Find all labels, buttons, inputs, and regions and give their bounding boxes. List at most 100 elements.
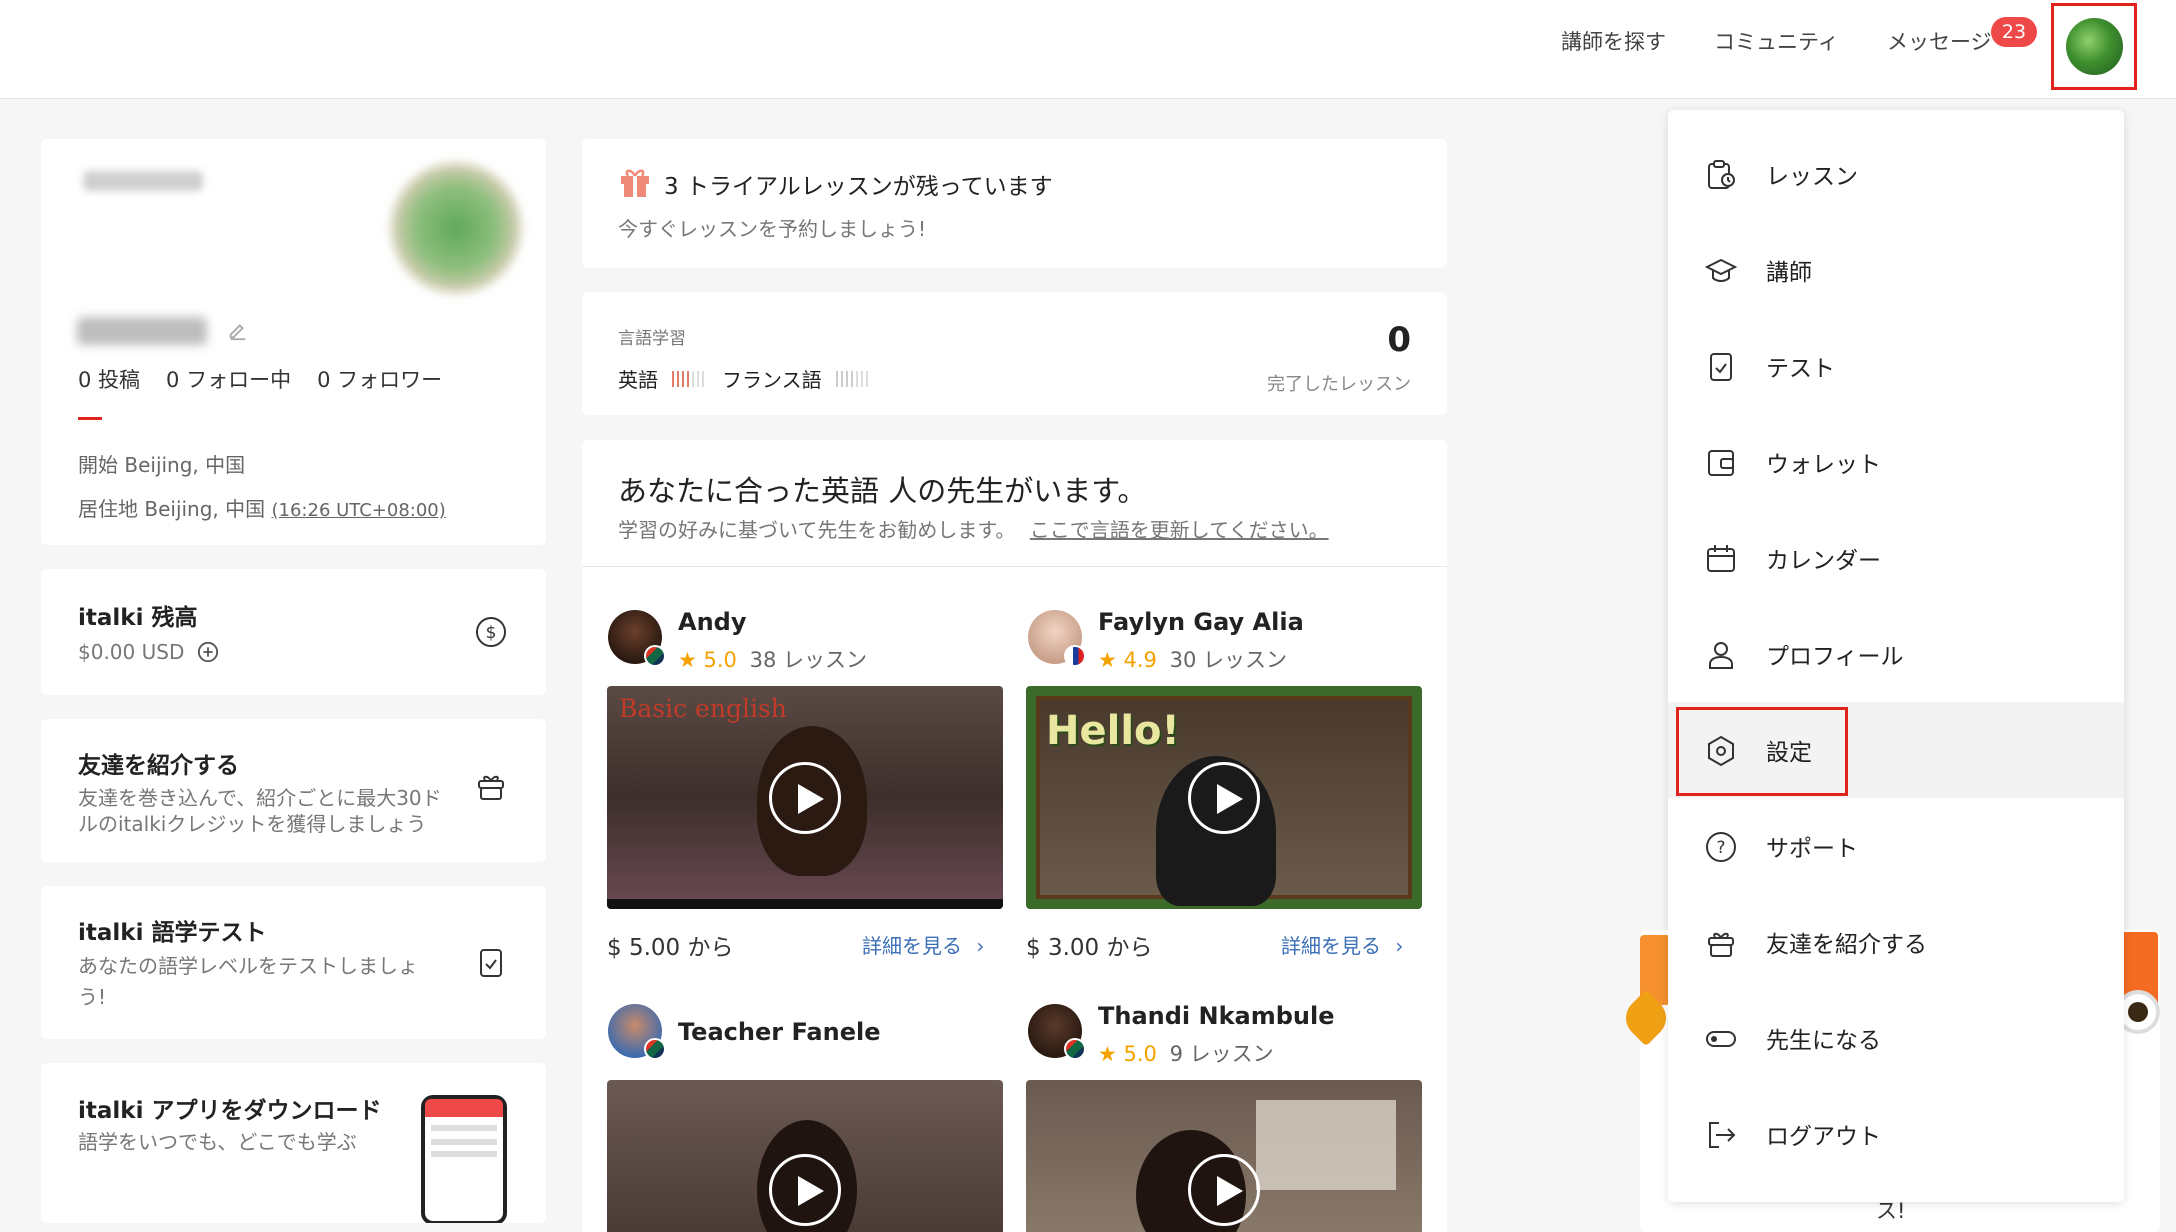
teacher-meta: ★ 5.0 9 レッスン (1098, 1038, 1274, 1068)
nav-community[interactable]: コミュニティ (1714, 28, 1839, 56)
star-icon: ★ (678, 648, 697, 672)
details-label: 詳細を見る (862, 934, 962, 958)
user-avatar-button[interactable] (2051, 3, 2137, 90)
menu-label: 講師 (1766, 260, 1812, 286)
price: $ 3.00 から (1026, 935, 1153, 961)
menu-item-teachers[interactable]: 講師 (1668, 222, 2124, 318)
balance-value: $0.00 USD (78, 640, 185, 664)
reco-subtitle-row: 学習の好みに基づいて先生をお勧めします。 ここで言語を更新してください。 (618, 514, 1329, 543)
menu-item-lessons[interactable]: レッスン (1668, 126, 2124, 222)
menu-item-become-teacher[interactable]: 先生になる (1668, 990, 2124, 1086)
menu-item-wallet[interactable]: ウォレット (1668, 414, 2124, 510)
learning-label: 言語学習 (618, 329, 686, 349)
lang-french: フランス語 (722, 368, 822, 392)
star-icon: ★ (1098, 648, 1117, 672)
flag-icon (644, 645, 666, 667)
play-icon[interactable] (1188, 1154, 1260, 1226)
lesson-count: 38 レッスン (749, 648, 868, 672)
teacher-video[interactable] (1026, 1080, 1422, 1232)
teacher-video[interactable]: Hello! (1026, 686, 1422, 909)
refer-card[interactable]: 友達を紹介する 友達を巻き込んで、紹介ごとに最大30ド ルのitalkiクレジッ… (41, 719, 546, 862)
add-circle-icon[interactable] (197, 641, 219, 663)
teacher-meta: ★ 4.9 30 レッスン (1098, 644, 1287, 674)
test-line2: う! (78, 985, 107, 1009)
teacher-name[interactable]: Thandi Nkambule (1098, 1002, 1335, 1030)
menu-label: ログアウト (1766, 1124, 1881, 1150)
menu-item-logout[interactable]: ログアウト (1668, 1086, 2124, 1182)
teacher-name[interactable]: Faylyn Gay Alia (1098, 608, 1304, 636)
test-icon (1710, 353, 1732, 381)
details-label: 詳細を見る (1281, 934, 1381, 958)
menu-item-calendar[interactable]: カレンダー (1668, 510, 2124, 606)
balance-title: italki 残高 (78, 605, 198, 631)
play-icon[interactable] (769, 761, 841, 834)
balance-amount: $0.00 USD (78, 639, 219, 666)
timezone-link[interactable]: (16:26 UTC+08:00) (272, 500, 446, 521)
play-icon[interactable] (769, 1154, 841, 1226)
completed-label: 完了したレッスン (1267, 374, 1411, 395)
play-icon[interactable] (1188, 761, 1260, 834)
gift-icon (478, 775, 504, 800)
balance-card[interactable]: italki 残高 $0.00 USD $ (41, 569, 546, 695)
language-test-card[interactable]: italki 語学テスト あなたの語学レベルをテストしましょ う! (41, 886, 546, 1039)
blurred-display-name (77, 317, 207, 345)
rating: 5.0 (703, 648, 737, 672)
view-details-link[interactable]: 詳細を見る › (1281, 930, 1403, 959)
followers-count[interactable]: 0 フォロワー (317, 364, 442, 394)
dollar-icon: $ (476, 617, 506, 647)
menu-item-test[interactable]: テスト (1668, 318, 2124, 414)
flag-icon (1064, 1038, 1086, 1060)
video-progress (607, 899, 1003, 909)
test-icon (480, 949, 502, 977)
menu-label: 友達を紹介する (1766, 932, 1927, 958)
teacher-video[interactable] (607, 1080, 1003, 1232)
level-bars-english (672, 370, 704, 387)
user-dropdown-menu: レッスン 講師 テスト ウォレット カレンダー プロフィール 設定 ? サポート… (1668, 110, 2124, 1202)
recommended-teachers-card: あなたに合った英語 人の先生がいます。 学習の好みに基づいて先生をお勧めします。… (582, 440, 1447, 1232)
test-line1: あなたの語学レベルをテストしましょ (78, 954, 418, 978)
profile-card: 0 投稿 0 フォロー中 0 フォロワー 開始 Beijing, 中国 居住地 … (41, 139, 546, 545)
trial-title: 3 トライアルレッスンが残っています (664, 174, 1053, 200)
video-map (1256, 1100, 1396, 1190)
menu-item-refer[interactable]: 友達を紹介する (1668, 894, 2124, 990)
reco-subtitle: 学習の好みに基づいて先生をお勧めします。 (618, 518, 1016, 542)
menu-label: 先生になる (1766, 1028, 1881, 1054)
avatar (2066, 18, 2123, 75)
update-language-link[interactable]: ここで言語を更新してください。 (1030, 518, 1329, 542)
teacher-name[interactable]: Andy (678, 608, 746, 636)
reco-title: あなたに合った英語 人の先生がいます。 (618, 474, 1147, 508)
pencil-icon[interactable] (227, 319, 249, 341)
from-location: 開始 Beijing, 中国 (78, 453, 246, 477)
price: $ 5.00 から (607, 935, 734, 961)
trial-lessons-card[interactable]: 3 トライアルレッスンが残っています 今すぐレッスンを予約しましょう! (582, 139, 1447, 268)
nav-find-teacher[interactable]: 講師を探す (1561, 28, 1666, 56)
svg-text:$: $ (486, 623, 497, 643)
learning-stats-card: 言語学習 英語 フランス語 0 完了したレッスン (582, 292, 1447, 415)
chevron-right-icon: › (976, 934, 985, 958)
logout-icon (1709, 1122, 1736, 1148)
view-details-link[interactable]: 詳細を見る › (862, 930, 984, 959)
menu-label: プロフィール (1766, 644, 1904, 670)
video-caption: Hello! (1046, 708, 1180, 754)
phone-image (421, 1095, 507, 1223)
languages-row: 英語 フランス語 (618, 364, 868, 393)
star-icon: ★ (1098, 1042, 1117, 1066)
nav-messages[interactable]: メッセージ (1887, 28, 1992, 56)
teacher-name[interactable]: Teacher Fanele (678, 1018, 881, 1046)
menu-label: ウォレット (1766, 452, 1881, 478)
living-location: 居住地 Beijing, 中国 (16:26 UTC+08:00) (78, 493, 446, 522)
menu-label: カレンダー (1766, 548, 1881, 574)
teacher-video[interactable]: Basic english (607, 686, 1003, 909)
menu-item-support[interactable]: ? サポート (1668, 798, 2124, 894)
blurred-username (83, 171, 203, 191)
posts-count[interactable]: 0 投稿 (78, 364, 140, 394)
following-count[interactable]: 0 フォロー中 (166, 364, 291, 394)
menu-label: サポート (1766, 836, 1858, 862)
flag-icon (644, 1038, 666, 1060)
app-download-card[interactable]: italki アプリをダウンロード 語学をいつでも、どこでも学ぶ (41, 1063, 546, 1223)
settings-highlight (1676, 707, 1848, 796)
user-icon (1709, 642, 1733, 669)
menu-item-profile[interactable]: プロフィール (1668, 606, 2124, 702)
profile-avatar[interactable] (391, 163, 521, 293)
living-text: 居住地 Beijing, 中国 (78, 497, 266, 521)
